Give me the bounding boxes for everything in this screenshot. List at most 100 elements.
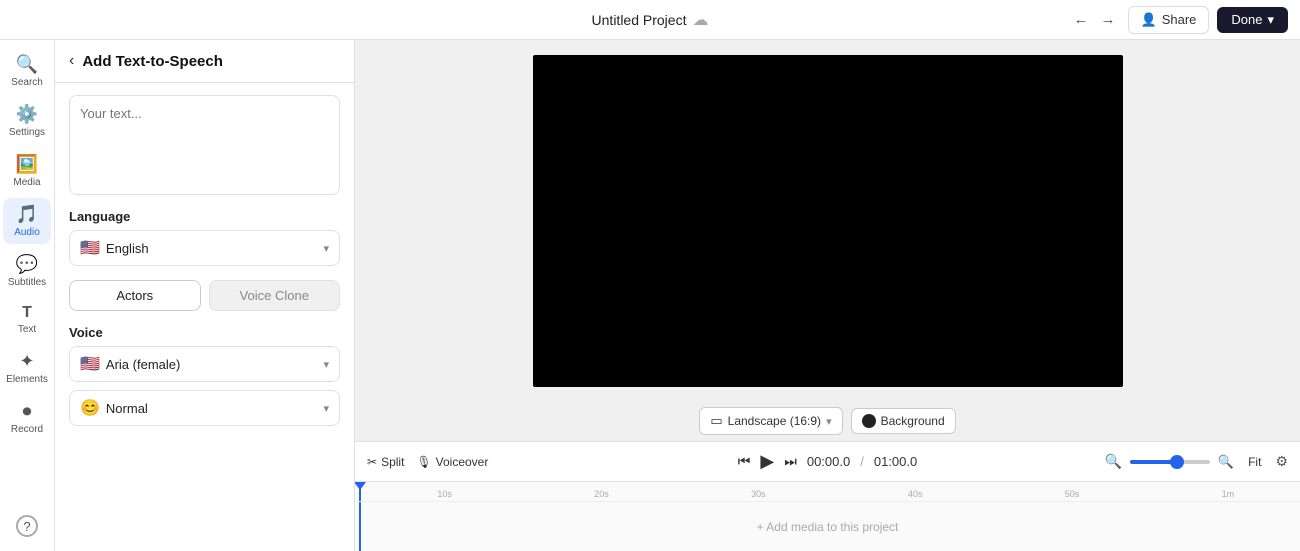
voiceover-button[interactable]: 🎙 Voiceover	[416, 455, 488, 469]
panel-title: Add Text-to-Speech	[82, 53, 223, 70]
background-color-swatch	[862, 414, 876, 428]
sidebar-item-text[interactable]: T Text	[3, 298, 51, 341]
redo-button[interactable]: →	[1097, 7, 1120, 32]
ruler-mark-10s: 10s	[437, 489, 515, 499]
sidebar-item-elements[interactable]: ✦ Elements	[3, 345, 51, 391]
tab-voice-clone[interactable]: Voice Clone	[209, 280, 341, 311]
zoom-out-button[interactable]: 🔍	[1104, 453, 1121, 470]
ruler-mark-30s: 30s	[751, 489, 829, 499]
zoom-slider[interactable]	[1130, 460, 1210, 464]
voice-style-dropdown[interactable]: 😊 Normal ▾	[69, 390, 340, 426]
subtitles-icon: 💬	[16, 254, 38, 275]
time-separator: /	[860, 454, 864, 469]
ruler-mark-4	[986, 489, 1064, 499]
timeline-ruler: 10s 20s 30s 40s 50s 1m	[355, 482, 1300, 502]
media-icon: 🖼️	[16, 154, 38, 175]
voice-dropdown[interactable]: 🇺🇸 Aria (female) ▾	[69, 346, 340, 382]
panel-header: ‹ Add Text-to-Speech	[55, 40, 354, 83]
text-to-speech-input[interactable]	[69, 95, 340, 195]
add-media-track[interactable]: + Add media to this project	[355, 502, 1300, 551]
landscape-button[interactable]: ▭ Landscape (16:9) ▾	[699, 407, 842, 435]
sidebar-item-subtitles[interactable]: 💬 Subtitles	[3, 248, 51, 294]
zoom-in-button[interactable]: 🔍	[1218, 454, 1234, 470]
fit-button[interactable]: Fit	[1242, 452, 1267, 472]
back-button[interactable]: ‹	[69, 52, 74, 70]
timeline-area: ✂ Split 🎙 Voiceover ⏮ ▶ ⏭ 00:00.0 / 01:0…	[355, 441, 1300, 551]
voice-label: Voice	[69, 325, 340, 340]
landscape-icon: ▭	[710, 413, 722, 429]
voice-style-value: Normal	[106, 401, 148, 416]
tab-actors[interactable]: Actors	[69, 280, 201, 311]
tab-row: Actors Voice Clone	[69, 280, 340, 311]
landscape-chevron-icon: ▾	[826, 415, 832, 428]
language-value: English	[106, 241, 149, 256]
ruler-mark-0	[359, 489, 437, 499]
background-label: Background	[881, 414, 945, 428]
sidebar-item-help[interactable]: ?	[3, 509, 51, 543]
icon-sidebar: 🔍 Search ⚙️ Settings 🖼️ Media 🎵 Audio 💬 …	[0, 40, 55, 551]
ruler-mark-20s: 20s	[594, 489, 672, 499]
rewind-button[interactable]: ⏮	[738, 453, 751, 470]
ruler-mark-2	[673, 489, 751, 499]
main-layout: 🔍 Search ⚙️ Settings 🖼️ Media 🎵 Audio 💬 …	[0, 40, 1300, 551]
ruler-marks: 10s 20s 30s 40s 50s 1m	[359, 489, 1300, 499]
done-button[interactable]: Done ▾	[1217, 7, 1288, 33]
timeline-toolbar: ✂ Split 🎙 Voiceover ⏮ ▶ ⏭ 00:00.0 / 01:0…	[355, 442, 1300, 482]
undo-button[interactable]: ←	[1070, 7, 1093, 32]
voice-flag: 🇺🇸	[80, 354, 100, 374]
voice-style-icon: 😊	[80, 398, 100, 418]
language-dropdown[interactable]: 🇺🇸 English ▾	[69, 230, 340, 266]
language-section: Language 🇺🇸 English ▾	[69, 209, 340, 266]
audio-icon: 🎵	[16, 204, 38, 225]
language-label: Language	[69, 209, 340, 224]
timeline-settings-button[interactable]: ⚙	[1275, 453, 1288, 470]
undo-redo: ← →	[1070, 7, 1120, 32]
add-media-label: + Add media to this project	[757, 520, 899, 534]
voice-value: Aria (female)	[106, 357, 180, 372]
voice-section: Voice 🇺🇸 Aria (female) ▾ 😊 Normal ▾	[69, 325, 340, 426]
project-title: Untitled Project	[592, 12, 687, 28]
play-button[interactable]: ▶	[760, 451, 774, 472]
landscape-label: Landscape (16:9)	[728, 414, 821, 428]
split-button[interactable]: ✂ Split	[367, 455, 404, 469]
ruler-mark-1	[516, 489, 594, 499]
timeline-toolbar-center: ⏮ ▶ ⏭ 00:00.0 / 01:00.0	[674, 451, 981, 472]
sidebar-item-audio[interactable]: 🎵 Audio	[3, 198, 51, 244]
ruler-mark-3	[830, 489, 908, 499]
share-button[interactable]: 👤 Share	[1128, 6, 1210, 34]
share-icon: 👤	[1141, 12, 1157, 28]
canvas-timeline-area: ▭ Landscape (16:9) ▾ Background ✂ Split	[355, 40, 1300, 551]
split-icon: ✂	[367, 455, 377, 469]
playhead-triangle	[355, 482, 366, 490]
video-preview	[533, 55, 1123, 387]
voice-chevron-icon: ▾	[323, 358, 329, 371]
timeline-track-area: 10s 20s 30s 40s 50s 1m	[355, 482, 1300, 551]
sidebar-item-search[interactable]: 🔍 Search	[3, 48, 51, 94]
timeline-toolbar-right: 🔍 🔍 Fit ⚙	[981, 452, 1288, 472]
language-chevron-icon: ▾	[323, 242, 329, 255]
elements-icon: ✦	[19, 351, 34, 372]
voice-style-left: 😊 Normal	[80, 398, 148, 418]
background-button[interactable]: Background	[851, 408, 956, 434]
sidebar-item-media[interactable]: 🖼️ Media	[3, 148, 51, 194]
text-icon: T	[22, 304, 32, 322]
language-dropdown-left: 🇺🇸 English	[80, 238, 149, 258]
help-icon: ?	[16, 515, 38, 537]
fast-forward-button[interactable]: ⏭	[784, 453, 797, 470]
voice-dropdown-left: 🇺🇸 Aria (female)	[80, 354, 180, 374]
timeline-toolbar-left: ✂ Split 🎙 Voiceover	[367, 455, 674, 469]
panel: ‹ Add Text-to-Speech Language 🇺🇸 English…	[55, 40, 355, 551]
top-bar: Untitled Project ☁ ← → 👤 Share Done ▾	[0, 0, 1300, 40]
record-icon: ⏺	[23, 401, 32, 422]
panel-content: Language 🇺🇸 English ▾ Actors Voice Clone…	[55, 83, 354, 438]
canvas-area: ▭ Landscape (16:9) ▾ Background	[355, 40, 1300, 441]
ruler-mark-5	[1143, 489, 1221, 499]
sidebar-item-settings[interactable]: ⚙️ Settings	[3, 98, 51, 144]
canvas-container	[355, 40, 1300, 401]
settings-icon: ⚙️	[16, 104, 38, 125]
sidebar-item-record[interactable]: ⏺ Record	[3, 395, 51, 441]
ruler-mark-50s: 50s	[1065, 489, 1143, 499]
chevron-down-icon: ▾	[1267, 12, 1274, 28]
sidebar-bottom: ?	[3, 509, 51, 551]
timeline-playhead	[359, 482, 361, 501]
